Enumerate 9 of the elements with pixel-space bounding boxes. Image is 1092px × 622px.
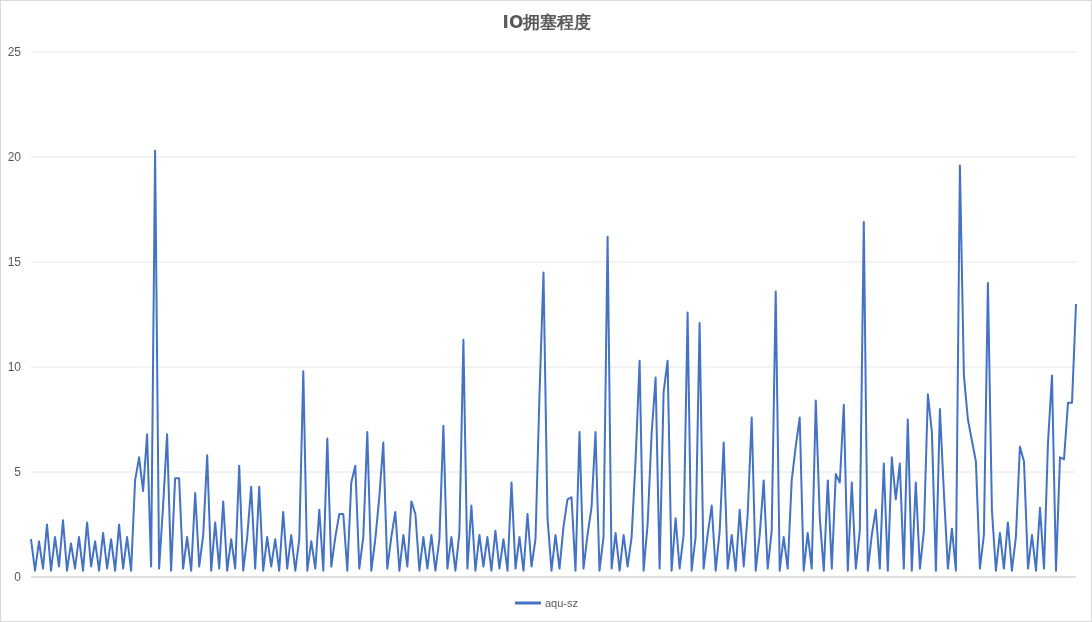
legend-label: aqu-sz [545,597,579,609]
chart-title: IO拥塞程度 [502,12,592,32]
y-tick-label: 15 [7,255,21,269]
legend-swatch-icon [515,601,541,605]
y-tick-label: 10 [7,360,21,374]
y-tick-label: 25 [7,45,21,59]
y-tick-label: 0 [14,570,21,584]
y-tick-label: 20 [7,150,21,164]
y-tick-label: 5 [14,465,21,479]
